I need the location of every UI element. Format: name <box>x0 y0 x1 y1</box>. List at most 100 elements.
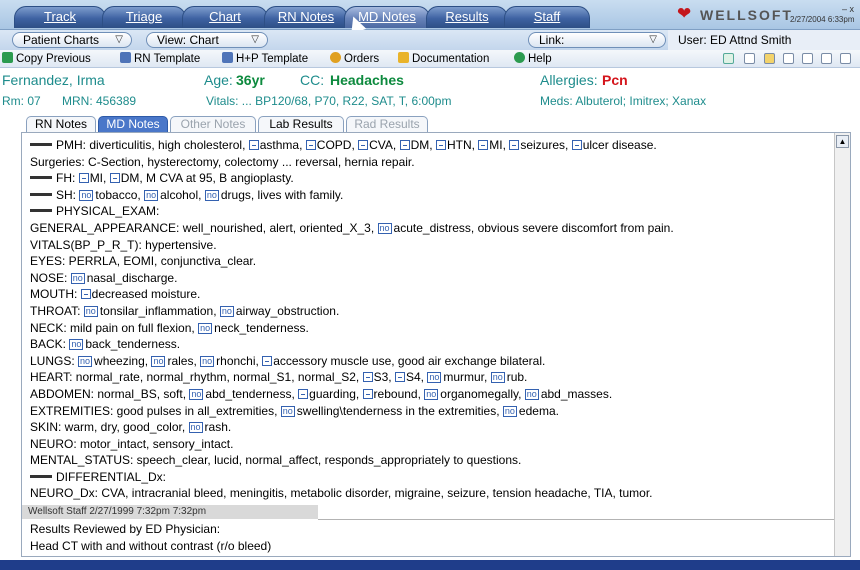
note-line-skin: SKIN: warm, dry, good_color, no rash. <box>30 419 830 436</box>
collapse-bar-icon[interactable] <box>30 176 52 180</box>
minus-box-icon[interactable] <box>478 140 489 150</box>
pmh-item: seizures, <box>520 138 569 152</box>
no-toggle[interactable]: no <box>427 372 442 384</box>
tab-results[interactable]: Results <box>426 6 508 28</box>
minus-box-icon[interactable] <box>571 140 582 150</box>
subtab-md-notes[interactable]: MD Notes <box>98 116 168 132</box>
no-toggle[interactable]: no <box>83 305 98 317</box>
minus-box-icon[interactable] <box>435 140 446 150</box>
no-toggle[interactable]: no <box>424 388 439 400</box>
arrow-icon[interactable] <box>723 53 734 64</box>
md-notes-panel[interactable]: PMH: diverticulitis, high cholesterol, a… <box>21 132 851 557</box>
patient-charts-dropdown[interactable]: Patient Charts ▽ <box>12 32 132 48</box>
window-controls[interactable]: – x <box>842 4 854 14</box>
pmh-item: ulcer disease. <box>582 138 657 152</box>
no-toggle[interactable]: no <box>502 405 517 417</box>
no-toggle[interactable]: no <box>69 339 84 351</box>
tab-rn-notes[interactable]: RN Notes <box>264 6 348 28</box>
copy-previous-button[interactable]: Copy Previous <box>2 50 91 68</box>
documentation-button[interactable]: Documentation <box>398 50 489 68</box>
collapse-bar-icon[interactable] <box>30 474 52 478</box>
minus-box-icon[interactable] <box>248 140 259 150</box>
minus-box-icon[interactable] <box>298 388 309 399</box>
note-line-differential: DIFFERENTIAL_Dx: <box>30 469 830 486</box>
tab-chart[interactable]: Chart <box>182 6 268 28</box>
underline-icon[interactable] <box>821 53 832 64</box>
note-line-mouth: MOUTH: decreased moisture. <box>30 286 830 303</box>
throat-text: airway_obstruction. <box>235 303 340 318</box>
general-text: acute_distress, obvious severe discomfor… <box>393 220 674 235</box>
scroll-up-icon[interactable]: ▲ <box>836 135 849 148</box>
subtab-lab-results[interactable]: Lab Results <box>258 116 344 132</box>
collapse-bar-icon[interactable] <box>30 143 52 146</box>
orders-button[interactable]: Orders <box>330 50 379 68</box>
lungs-text: rhonchi, <box>216 353 259 368</box>
neck-text: NECK: mild pain on full flexion, <box>30 320 195 335</box>
no-toggle[interactable]: no <box>490 372 505 384</box>
heart-text: S3, <box>373 370 392 385</box>
document-icon[interactable] <box>744 53 755 64</box>
tab-chart-label: Chart <box>209 9 241 24</box>
minus-box-icon[interactable] <box>305 140 316 150</box>
no-toggle[interactable]: no <box>78 355 93 367</box>
minus-box-icon[interactable] <box>394 372 405 383</box>
minus-box-icon[interactable] <box>358 140 369 150</box>
view-dropdown[interactable]: View: Chart ▽ <box>146 32 268 48</box>
no-toggle[interactable]: no <box>189 388 204 400</box>
chevron-down-icon: ▽ <box>115 34 123 45</box>
no-toggle[interactable]: no <box>219 305 234 317</box>
hp-template-label: H+P Template <box>236 53 309 65</box>
collapse-bar-icon[interactable] <box>30 192 52 196</box>
abdomen-text: rebound, <box>373 386 421 401</box>
italic-icon[interactable] <box>802 53 813 64</box>
no-toggle[interactable]: no <box>198 322 213 334</box>
link-dropdown[interactable]: Link: ▽ <box>528 32 666 48</box>
no-toggle[interactable]: no <box>144 189 159 201</box>
note-line-nose: NOSE: no nasal_discharge. <box>30 270 830 287</box>
minus-box-icon[interactable] <box>78 173 89 184</box>
head-ct-text: Head CT with and without contrast (r/o b… <box>30 539 272 553</box>
patient-charts-label: Patient Charts <box>23 33 100 47</box>
hp-template-button[interactable]: H+P Template <box>222 50 308 68</box>
minus-box-icon[interactable] <box>362 372 373 383</box>
no-toggle[interactable]: no <box>377 222 392 234</box>
sh-item: drugs, lives with family. <box>220 187 344 202</box>
neck-text: neck_tenderness. <box>214 320 309 335</box>
minus-box-icon[interactable] <box>80 289 91 300</box>
no-toggle[interactable]: no <box>188 422 203 434</box>
no-toggle[interactable]: no <box>204 189 219 201</box>
mouth-text: decreased moisture. <box>91 287 201 302</box>
extremities-text: EXTREMITIES: good pulses in all_extremit… <box>30 403 278 418</box>
subtab-other-notes: Other Notes <box>170 116 256 132</box>
tab-staff[interactable]: Staff <box>504 6 590 28</box>
minus-box-icon[interactable] <box>509 140 520 150</box>
bold-icon[interactable] <box>783 53 794 64</box>
help-button[interactable]: Help <box>514 50 552 68</box>
top-navigation-bar: Track Triage Chart RN Notes MD Notes Res… <box>0 0 860 35</box>
heart-text: murmur, <box>443 370 488 385</box>
no-toggle[interactable]: no <box>70 272 85 284</box>
no-toggle[interactable]: no <box>280 405 295 417</box>
no-toggle[interactable]: no <box>524 388 539 400</box>
vertical-scrollbar[interactable]: ▲ <box>834 133 850 556</box>
no-toggle[interactable]: no <box>200 355 215 367</box>
print-icon[interactable] <box>840 53 851 64</box>
skin-text: SKIN: warm, dry, good_color, <box>30 420 186 435</box>
folder-icon[interactable] <box>764 53 775 64</box>
minus-box-icon[interactable] <box>399 140 410 150</box>
tab-triage[interactable]: Triage <box>102 6 186 28</box>
no-toggle[interactable]: no <box>79 189 94 201</box>
subtab-rad-results: Rad Results <box>346 116 428 132</box>
throat-text: tonsilar_inflammation, <box>99 303 217 318</box>
subtab-rn-notes[interactable]: RN Notes <box>26 116 96 132</box>
tab-track[interactable]: Track <box>14 6 106 28</box>
minus-box-icon[interactable] <box>362 388 373 399</box>
sh-label: SH: <box>56 187 77 202</box>
rn-template-button[interactable]: RN Template <box>120 50 200 68</box>
no-toggle[interactable]: no <box>151 355 166 367</box>
abdomen-text: abd_tenderness, <box>205 386 295 401</box>
minus-box-icon[interactable] <box>109 173 120 184</box>
throat-label: THROAT: <box>30 303 81 318</box>
collapse-bar-icon[interactable] <box>30 209 52 213</box>
minus-box-icon[interactable] <box>262 355 273 366</box>
